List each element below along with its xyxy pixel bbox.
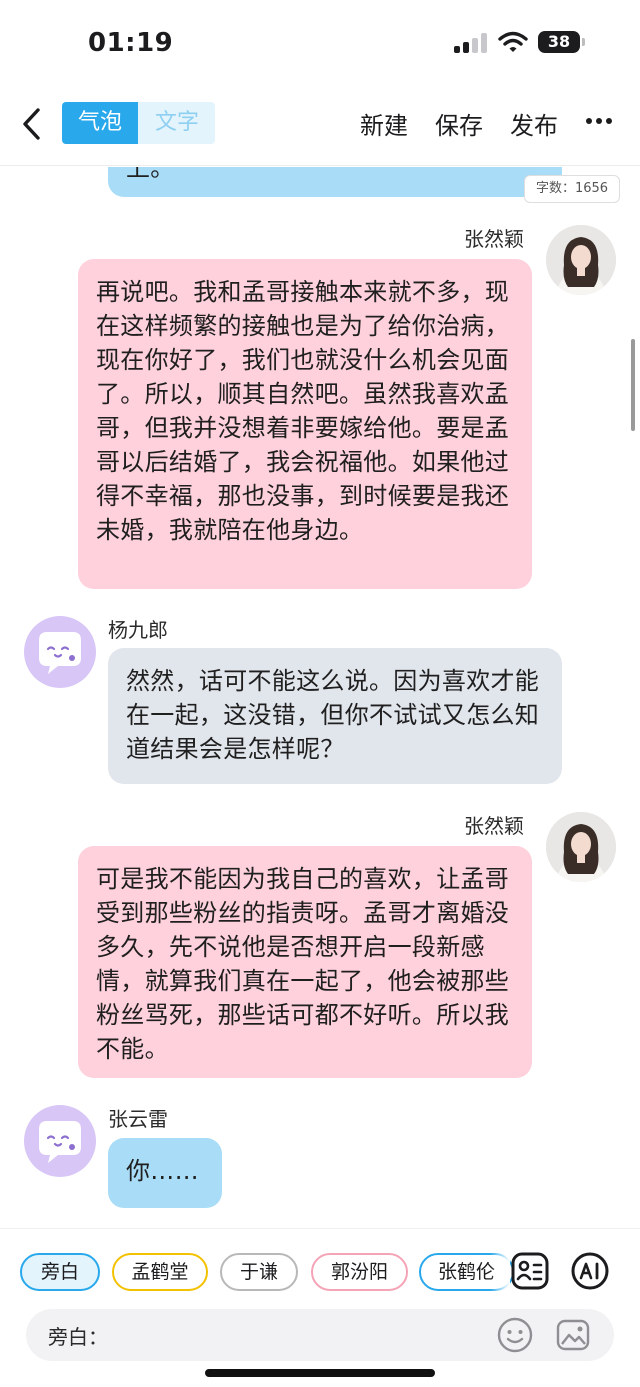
avatar[interactable] [546,225,616,295]
home-indicator [205,1369,435,1377]
character-chip[interactable]: 于谦 [220,1253,298,1291]
ai-icon[interactable] [570,1251,610,1291]
avatar[interactable] [24,616,96,688]
message-input[interactable] [106,1317,486,1353]
save-button[interactable]: 保存 [435,106,483,141]
emoji-icon[interactable] [496,1316,534,1354]
message-bubble[interactable]: 再说吧。我和孟哥接触本来就不多，现在这样频繁的接触也是为了给你治病，现在你好了，… [78,259,532,589]
message-text: 再说吧。我和孟哥接触本来就不多，现在这样频繁的接触也是为了给你治病，现在你好了，… [96,278,510,544]
new-button[interactable]: 新建 [360,106,408,141]
word-count-badge: 字数：1656 [524,175,620,203]
avatar-photo-icon [546,225,616,295]
nav-bar: 气泡 文字 新建 保存 发布 [0,88,640,166]
chat-bot-icon [39,632,81,674]
message-text: 上。 [126,167,175,182]
wifi-icon [498,31,528,52]
bottom-panel: 旁白 孟鹤堂 于谦 郭汾阳 张鹤伦 旁白： [0,1228,640,1387]
speaker-name: 张然颖 [464,814,524,838]
speaker-name: 张然颖 [464,227,524,251]
tab-bubble[interactable]: 气泡 [62,102,138,144]
status-time: 01:19 [88,28,174,58]
avatar[interactable] [546,812,616,882]
message-bubble[interactable]: 可是我不能因为我自己的喜欢，让孟哥受到那些粉丝的指责呀。孟哥才离婚没多久，先不说… [78,846,532,1078]
character-chip[interactable]: 孟鹤堂 [112,1253,208,1291]
chip-fade [490,1249,510,1295]
message-text: 然然，话可不能这么说。因为喜欢才能在一起，这没错，但你不试试又怎么知道结果会是怎… [126,667,540,763]
scrollbar-thumb[interactable] [631,339,635,431]
more-horizontal-icon[interactable] [586,118,614,126]
message-bubble[interactable]: 上。 [108,167,562,197]
character-chip[interactable]: 郭汾阳 [311,1253,408,1291]
publish-button[interactable]: 发布 [510,106,558,141]
status-bar: 01:19 38 [0,0,640,88]
signal-icon [454,33,488,53]
speaker-name: 张云雷 [108,1107,168,1131]
image-icon[interactable] [554,1316,592,1354]
message-bubble[interactable]: 然然，话可不能这么说。因为喜欢才能在一起，这没错，但你不试试又怎么知道结果会是怎… [108,648,562,784]
battery-icon: 38 [538,31,585,53]
character-chip-narration[interactable]: 旁白 [20,1253,100,1291]
message-text: 可是我不能因为我自己的喜欢，让孟哥受到那些粉丝的指责呀。孟哥才离婚没多久，先不说… [96,865,510,1063]
message-text: 你…… [126,1157,199,1185]
message-bubble[interactable]: 你…… [108,1138,222,1208]
chat-area[interactable]: 上。 字数：1656 张然颖 再说吧。我和孟哥接触本来就不多，现在这样频繁的接触… [0,167,640,1225]
input-speaker-label: 旁白： [48,1325,108,1349]
avatar-photo-icon [546,812,616,882]
mode-switch: 气泡 文字 [62,102,215,144]
input-bar: 旁白： [26,1309,614,1361]
role-list-icon[interactable] [510,1251,550,1291]
chevron-left-icon[interactable] [18,104,48,144]
speaker-name: 杨九郎 [108,618,168,642]
avatar[interactable] [24,1105,96,1177]
chat-bot-icon [39,1121,81,1163]
tab-text[interactable]: 文字 [139,102,215,144]
